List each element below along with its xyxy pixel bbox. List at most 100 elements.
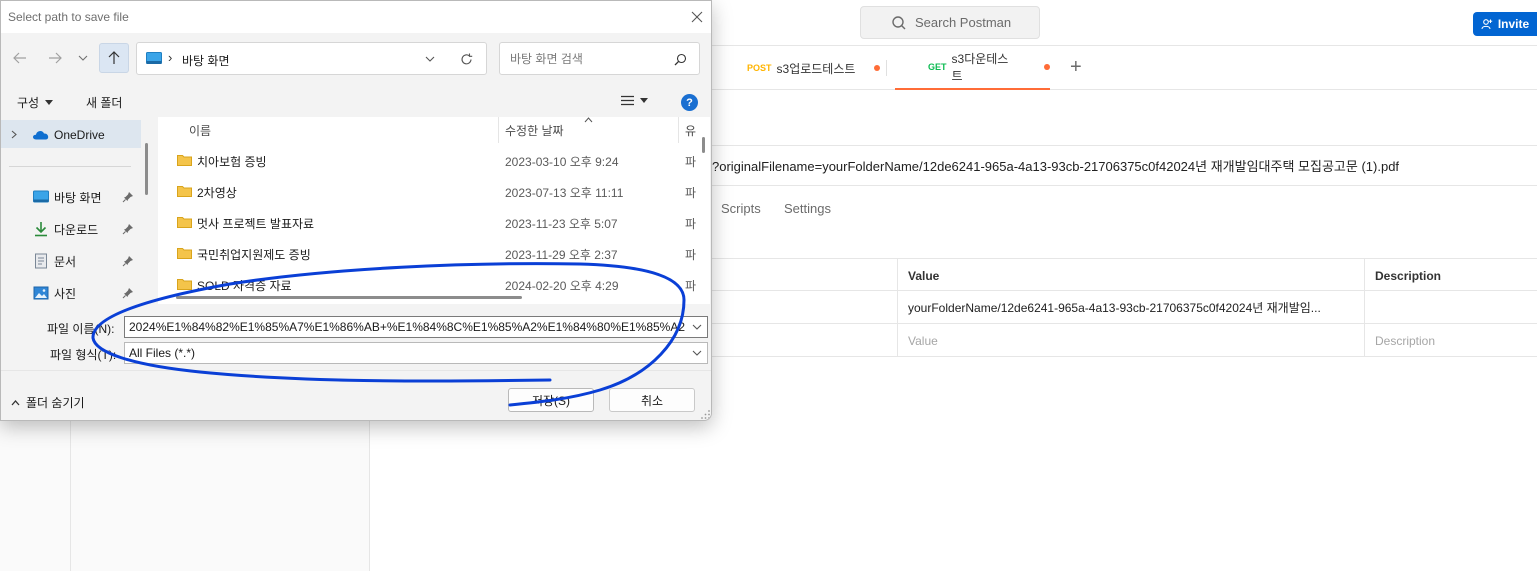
- file-type: 파: [685, 248, 697, 262]
- file-list-vertical-scrollbar[interactable]: [702, 137, 705, 153]
- tree-label: OneDrive: [54, 128, 105, 142]
- tab-s3-download[interactable]: GET s3다운테스트: [895, 46, 1050, 90]
- tab-label: s3업로드테스트: [776, 61, 856, 76]
- save-file-dialog: Select path to save file › 바탕 화면 바탕 화면 검…: [0, 0, 712, 421]
- resize-grip-icon[interactable]: [701, 410, 711, 420]
- invite-label: Invite: [1497, 17, 1530, 31]
- new-folder-label: 새 폴더: [86, 96, 123, 110]
- tree-item-pictures[interactable]: 사진: [1, 279, 141, 304]
- refresh-icon[interactable]: [460, 53, 473, 66]
- tab-label: s3다운테스트: [951, 52, 1009, 83]
- pin-icon[interactable]: [122, 255, 134, 267]
- list-item[interactable]: 멋사 프로젝트 발표자료 2023-11-23 오후 5:07 파: [158, 208, 698, 239]
- column-divider: [498, 117, 499, 143]
- pin-icon[interactable]: [122, 287, 134, 299]
- param-description-placeholder[interactable]: Description: [1364, 324, 1537, 357]
- hide-folders-toggle[interactable]: 폴더 숨기기: [11, 394, 85, 411]
- folder-search-input[interactable]: [510, 50, 670, 68]
- list-item[interactable]: 국민취업지원제도 증빙 2023-11-29 오후 2:37 파: [158, 239, 698, 270]
- chevron-down-icon[interactable]: [692, 322, 702, 332]
- tab-s3-upload[interactable]: POST s3업로드테스트: [747, 46, 881, 90]
- save-button[interactable]: 저장(S): [508, 388, 594, 412]
- list-item[interactable]: 치아보험 증빙 2023-03-10 오후 9:24 파: [158, 146, 698, 177]
- filename-input[interactable]: [129, 319, 685, 335]
- dialog-title: Select path to save file: [8, 10, 129, 24]
- column-description: Description: [1364, 259, 1537, 292]
- close-button[interactable]: [685, 5, 709, 29]
- column-type[interactable]: 유: [685, 117, 696, 143]
- method-badge: GET: [928, 62, 947, 72]
- cancel-button[interactable]: 취소: [609, 388, 695, 412]
- chevron-right-icon[interactable]: [11, 130, 17, 139]
- filename-label: 파일 이름(N):: [47, 322, 115, 336]
- param-description-cell[interactable]: [1364, 291, 1537, 324]
- tree-item-downloads[interactable]: 다운로드: [1, 215, 141, 243]
- tree-item-onedrive[interactable]: OneDrive: [1, 120, 141, 148]
- tree-item-desktop[interactable]: 바탕 화면: [1, 183, 141, 211]
- list-view-icon: [621, 95, 634, 106]
- param-value-cell[interactable]: yourFolderName/12de6241-965a-4a13-93cb-2…: [897, 291, 1365, 324]
- param-value-placeholder[interactable]: Value: [897, 324, 1365, 357]
- filename-field[interactable]: [124, 316, 708, 338]
- column-divider: [678, 117, 679, 143]
- list-item[interactable]: 2차영상 2023-07-13 오후 11:11 파: [158, 177, 698, 208]
- column-name[interactable]: 이름: [189, 117, 211, 143]
- view-options-button[interactable]: [621, 95, 648, 106]
- table-row: yourFolderName/12de6241-965a-4a13-93cb-2…: [712, 291, 1537, 324]
- tree-scrollbar[interactable]: [145, 143, 148, 195]
- tree-label: 바탕 화면: [54, 190, 102, 205]
- onedrive-icon: [33, 130, 49, 140]
- tree-label: 문서: [54, 254, 77, 269]
- breadcrumb-desktop[interactable]: 바탕 화면: [182, 52, 230, 69]
- download-icon: [35, 222, 47, 237]
- arrow-left-icon: [13, 52, 26, 64]
- cancel-label: 취소: [640, 393, 664, 408]
- pin-icon[interactable]: [122, 223, 134, 235]
- address-bar[interactable]: › 바탕 화면: [136, 42, 487, 75]
- new-tab-button[interactable]: +: [1070, 57, 1082, 77]
- file-modified: 2024-02-20 오후 4:29: [505, 279, 619, 293]
- pin-icon[interactable]: [122, 191, 134, 203]
- document-icon: [35, 253, 47, 269]
- filetype-value: All Files (*.*): [129, 346, 196, 360]
- folder-icon: [177, 248, 192, 259]
- organize-menu[interactable]: 구성: [17, 94, 54, 111]
- folder-icon: [177, 186, 192, 197]
- file-list-horizontal-scrollbar[interactable]: [176, 296, 522, 299]
- chevron-down-icon[interactable]: [425, 56, 435, 62]
- file-modified: 2023-11-23 오후 5:07: [505, 217, 618, 231]
- chevron-down-icon: [692, 350, 702, 356]
- invite-button[interactable]: Invite: [1473, 12, 1537, 36]
- file-type: 파: [685, 155, 697, 169]
- tree-label: 사진: [54, 286, 77, 301]
- new-folder-button[interactable]: 새 폴더: [86, 94, 122, 111]
- tab-scripts[interactable]: Scripts: [721, 201, 761, 216]
- tab-settings[interactable]: Settings: [784, 201, 831, 216]
- up-button[interactable]: [99, 43, 129, 73]
- help-button[interactable]: ?: [681, 94, 698, 111]
- folder-icon: [177, 217, 192, 228]
- table-header: Value Description: [712, 258, 1537, 292]
- params-table: Value Description yourFolderName/12de624…: [712, 258, 1537, 357]
- url-text: ?originalFilename=yourFolderName/12de624…: [712, 159, 1400, 174]
- search-icon: [892, 15, 906, 29]
- recent-locations-button[interactable]: [71, 43, 95, 73]
- postman-search-placeholder: Search Postman: [915, 15, 1012, 30]
- file-modified: 2023-11-29 오후 2:37: [505, 248, 618, 262]
- navigation-bar: › 바탕 화면: [1, 33, 711, 85]
- column-modified[interactable]: 수정한 날짜: [505, 117, 564, 143]
- forward-button[interactable]: [40, 43, 70, 73]
- postman-search[interactable]: Search Postman: [860, 6, 1040, 39]
- caret-down-icon: [45, 100, 54, 105]
- chevron-up-icon: [11, 399, 20, 405]
- back-button[interactable]: [5, 43, 35, 73]
- filetype-select[interactable]: All Files (*.*): [124, 342, 708, 364]
- request-url[interactable]: ?originalFilename=yourFolderName/12de624…: [712, 145, 1537, 186]
- tree-item-documents[interactable]: 문서: [1, 247, 141, 275]
- dialog-toolbar: 구성 새 폴더 ?: [1, 85, 711, 117]
- file-list: 이름 수정한 날짜 유 치아보험 증빙 2023-03-10 오후 9:24 파…: [158, 117, 710, 304]
- method-badge: POST: [747, 63, 772, 73]
- file-modified: 2023-07-13 오후 11:11: [505, 186, 624, 200]
- folder-search[interactable]: [499, 42, 700, 75]
- file-name: 국민취업지원제도 증빙: [197, 248, 311, 262]
